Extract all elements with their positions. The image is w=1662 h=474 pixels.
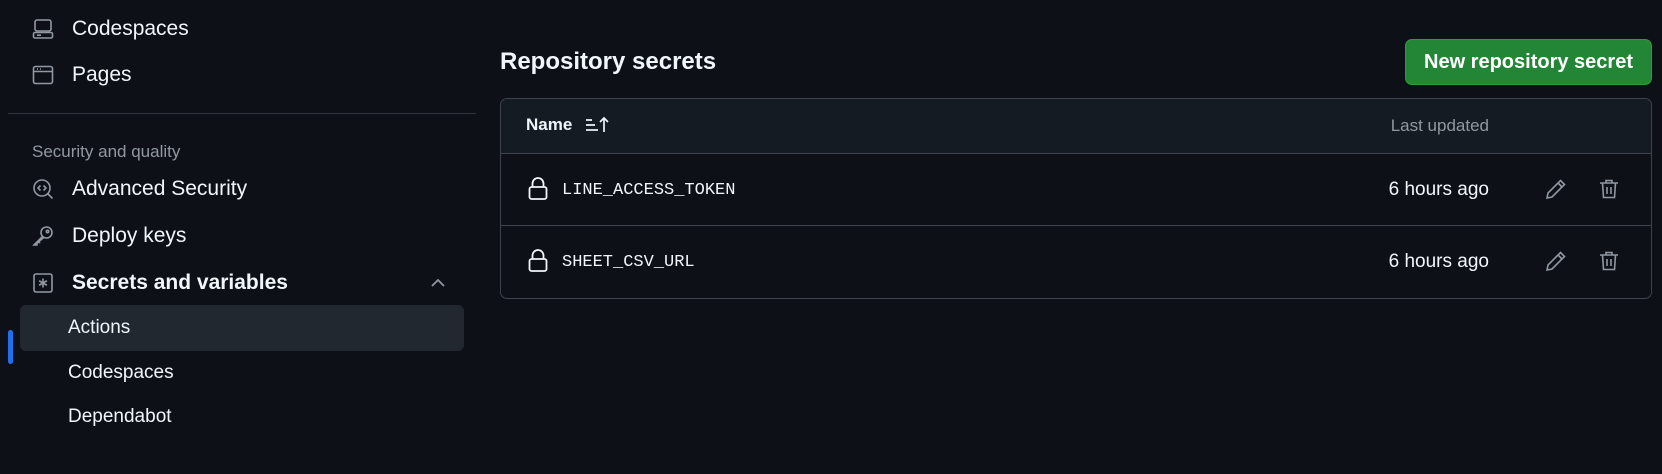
secret-updated: 6 hours ago — [1388, 179, 1489, 200]
key-icon — [30, 223, 56, 249]
pencil-icon — [1545, 251, 1566, 272]
sort-ascending-icon — [586, 116, 609, 132]
table-header: Name Last updated — [501, 99, 1651, 154]
trash-icon — [1600, 179, 1618, 199]
sidebar-item-label: Pages — [72, 63, 132, 86]
lock-icon — [528, 249, 548, 272]
sidebar-subitem-label: Actions — [68, 317, 131, 338]
asterisk-icon — [30, 270, 56, 296]
sidebar-item-label: Deploy keys — [72, 224, 187, 247]
chevron-up-icon[interactable] — [428, 273, 448, 293]
sidebar-subitem-actions[interactable]: Actions — [20, 305, 464, 351]
delete-secret-button[interactable] — [1594, 246, 1624, 276]
sidebar-item-secrets-and-variables[interactable]: Secrets and variables — [20, 260, 464, 306]
sidebar-item-label: Secrets and variables — [72, 271, 288, 294]
lock-icon — [528, 177, 548, 200]
edit-secret-button[interactable] — [1541, 246, 1571, 276]
secrets-table: Name Last updated LINE_ACCESS_TOKEN 6 ho… — [500, 98, 1652, 299]
pencil-icon — [1545, 179, 1566, 200]
delete-secret-button[interactable] — [1594, 174, 1624, 204]
section-heading: Security and quality — [32, 142, 181, 161]
page-title: Repository secrets — [500, 48, 717, 75]
new-repository-secret-button[interactable]: New repository secret — [1405, 39, 1652, 85]
secret-name: SHEET_CSV_URL — [562, 253, 695, 272]
sidebar-subitem-label: Codespaces — [68, 362, 174, 383]
sidebar-item-advanced-security[interactable]: Advanced Security — [20, 166, 464, 212]
sidebar-subitem-codespaces[interactable]: Codespaces — [20, 350, 464, 396]
sidebar-item-label: Codespaces — [72, 17, 189, 40]
secret-name: LINE_ACCESS_TOKEN — [562, 181, 736, 200]
name-column-header[interactable]: Name — [526, 115, 610, 135]
secret-updated: 6 hours ago — [1388, 251, 1489, 272]
sidebar-subitem-dependabot[interactable]: Dependabot — [20, 394, 464, 440]
active-indicator — [8, 330, 13, 364]
page: Codespaces Pages Security and quality Ad… — [0, 0, 1662, 474]
sidebar-item-pages[interactable]: Pages — [20, 52, 464, 98]
sidebar-item-deploy-keys[interactable]: Deploy keys — [20, 213, 464, 259]
codescan-icon — [30, 176, 56, 202]
table-row: LINE_ACCESS_TOKEN 6 hours ago — [501, 154, 1651, 226]
sidebar-item-label: Advanced Security — [72, 177, 248, 200]
browser-icon — [30, 62, 56, 88]
last-updated-column-header: Last updated — [1390, 116, 1489, 135]
codespaces-icon — [30, 16, 56, 42]
trash-icon — [1600, 251, 1618, 271]
name-column-label: Name — [526, 115, 573, 134]
table-row: SHEET_CSV_URL 6 hours ago — [501, 226, 1651, 298]
sidebar-item-codespaces[interactable]: Codespaces — [20, 6, 464, 52]
edit-secret-button[interactable] — [1541, 174, 1571, 204]
sidebar-divider — [8, 113, 476, 114]
settings-sidebar: Codespaces Pages Security and quality Ad… — [0, 0, 476, 474]
sidebar-subitem-label: Dependabot — [68, 406, 172, 427]
